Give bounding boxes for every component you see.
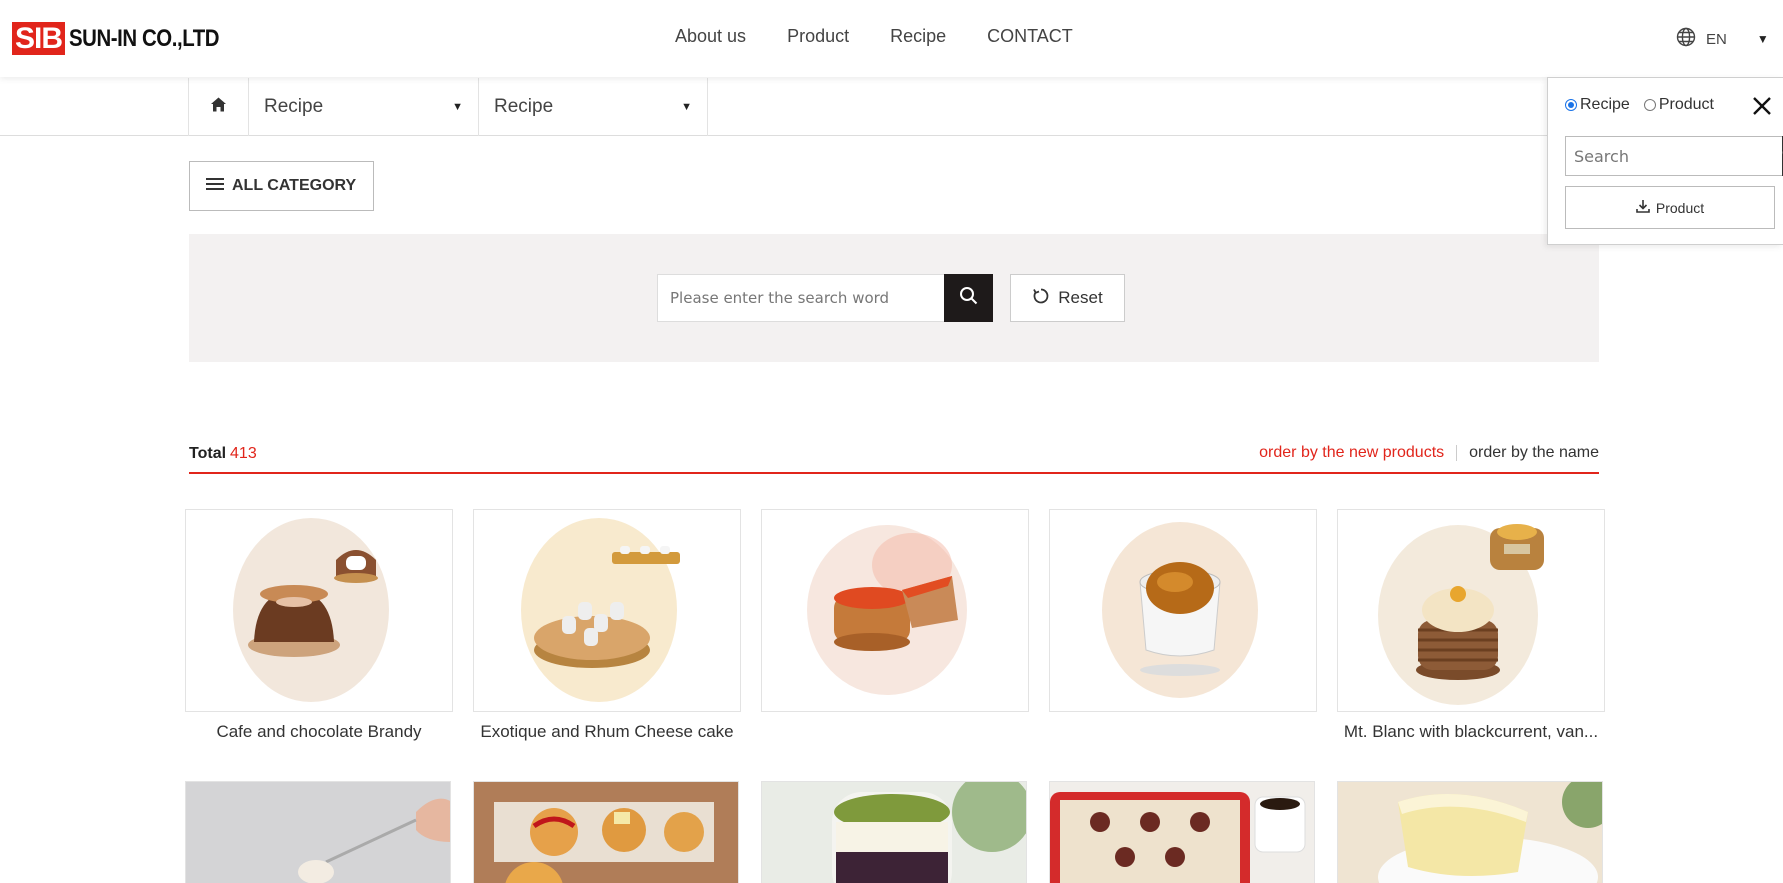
radio-recipe-label: Recipe	[1580, 96, 1630, 113]
caret-down-icon: ▼	[681, 101, 692, 113]
caret-down-icon: ▼	[452, 101, 463, 113]
all-category-button[interactable]: ALL CATEGORY	[189, 161, 374, 211]
site-header: SIB SUN-IN CO.,LTD About us Product Reci…	[0, 0, 1783, 77]
caret-down-icon: ▼	[1756, 32, 1769, 46]
home-icon	[210, 96, 227, 118]
croissant-tray-icon	[474, 782, 738, 883]
globe-icon	[1676, 27, 1696, 51]
search-type-toggle: Recipe Product	[1565, 96, 1728, 114]
recipe-search	[657, 274, 993, 322]
total-number: 413	[230, 445, 257, 462]
recipe-card[interactable]	[1049, 509, 1317, 742]
tart-tray-icon	[1050, 782, 1314, 883]
search-panel: Reset	[189, 234, 1599, 362]
main-nav: About us Product Recipe CONTACT	[675, 26, 1073, 47]
radio-product-dot[interactable]	[1643, 99, 1656, 111]
reset-label: Reset	[1058, 288, 1103, 307]
recipe-photo	[473, 781, 739, 883]
recipe-photo	[761, 781, 1027, 883]
breadcrumb-bar: Recipe ▼ Recipe ▼	[0, 78, 1783, 136]
nav-product[interactable]: Product	[787, 26, 849, 47]
category-dropdown-1-label: Recipe	[264, 96, 324, 117]
sort-options: order by the new products order by the n…	[1259, 444, 1599, 462]
radio-recipe[interactable]: Recipe	[1565, 96, 1630, 114]
mont-blanc-icon	[1378, 524, 1544, 705]
recipe-card[interactable]: Mt. Blanc with blackcurrent, van...	[1337, 509, 1605, 742]
popup-search	[1565, 136, 1783, 176]
dessert-spoon-icon	[186, 782, 450, 883]
recipe-thumbnail	[1337, 509, 1605, 712]
recipe-title	[761, 722, 1029, 742]
language-label: EN	[1706, 30, 1727, 48]
search-popup: Recipe Product Product	[1547, 77, 1783, 245]
sponge-cake-icon	[1338, 782, 1602, 883]
nav-contact[interactable]: CONTACT	[987, 26, 1073, 47]
recipe-card[interactable]	[1049, 781, 1317, 883]
category-dropdown-2[interactable]: Recipe ▼	[478, 78, 708, 136]
recipe-title: Mt. Blanc with blackcurrent, van...	[1343, 722, 1599, 741]
recipe-title: Cafe and chocolate Brandy	[216, 722, 422, 741]
recipe-photo	[185, 781, 451, 883]
category-dropdown-1[interactable]: Recipe ▼	[248, 78, 478, 136]
recipe-card[interactable]	[473, 781, 741, 883]
logo-mark: SIB	[12, 22, 66, 55]
popup-search-input[interactable]	[1565, 136, 1782, 176]
charlotte-cake-icon	[807, 525, 967, 695]
recipe-card[interactable]	[761, 781, 1029, 883]
recipe-thumbnail	[1049, 509, 1317, 712]
recipe-title: Exotique and Rhum Cheese cake	[480, 722, 734, 741]
search-button[interactable]	[944, 274, 993, 322]
chocolate-dome-cake-icon	[233, 518, 389, 702]
radio-product[interactable]: Product	[1643, 96, 1714, 114]
recipe-card[interactable]: Exotique and Rhum Cheese cake	[473, 509, 741, 742]
logo-text: SUN-IN CO.,LTD	[69, 24, 220, 52]
recipe-card[interactable]: Cafe and chocolate Brandy	[185, 509, 453, 742]
nav-about-us[interactable]: About us	[675, 26, 746, 47]
close-button[interactable]	[1750, 94, 1774, 118]
results-header: Total 413 order by the new products order…	[189, 432, 1599, 474]
reset-button[interactable]: Reset	[1010, 274, 1125, 322]
sort-new-products[interactable]: order by the new products	[1259, 444, 1444, 462]
search-input[interactable]	[657, 274, 944, 322]
matcha-parfait-icon	[762, 782, 1026, 883]
cheese-cake-icon	[521, 518, 680, 702]
language-selector[interactable]: EN ▼	[1676, 27, 1769, 51]
search-icon	[959, 286, 978, 310]
recipe-card[interactable]	[761, 509, 1029, 742]
total-label: Total	[189, 445, 227, 462]
close-icon	[1750, 97, 1774, 122]
download-icon	[1636, 199, 1650, 216]
home-button[interactable]	[188, 78, 248, 136]
category-dropdown-2-label: Recipe	[494, 96, 554, 117]
recipe-thumbnail	[761, 509, 1029, 712]
total-count: Total 413	[189, 445, 257, 463]
nav-recipe[interactable]: Recipe	[890, 26, 946, 47]
logo[interactable]: SIB SUN-IN CO.,LTD	[12, 22, 246, 55]
creme-brulee-icon	[1102, 522, 1258, 698]
recipe-title	[1049, 722, 1317, 742]
sort-by-name[interactable]: order by the name	[1469, 444, 1599, 462]
radio-product-label: Product	[1658, 96, 1714, 113]
product-download-button[interactable]: Product	[1565, 186, 1775, 229]
recipe-thumbnail	[185, 509, 453, 712]
refresh-icon	[1032, 287, 1050, 310]
recipe-card[interactable]	[185, 781, 453, 883]
recipe-photo	[1049, 781, 1315, 883]
sort-divider	[1456, 445, 1458, 461]
recipe-thumbnail	[473, 509, 741, 712]
all-category-label: ALL CATEGORY	[232, 177, 357, 194]
recipe-photo	[1337, 781, 1603, 883]
recipe-card[interactable]	[1337, 781, 1605, 883]
product-download-label: Product	[1655, 199, 1705, 216]
menu-icon	[206, 177, 224, 196]
radio-recipe-dot[interactable]	[1565, 99, 1577, 111]
